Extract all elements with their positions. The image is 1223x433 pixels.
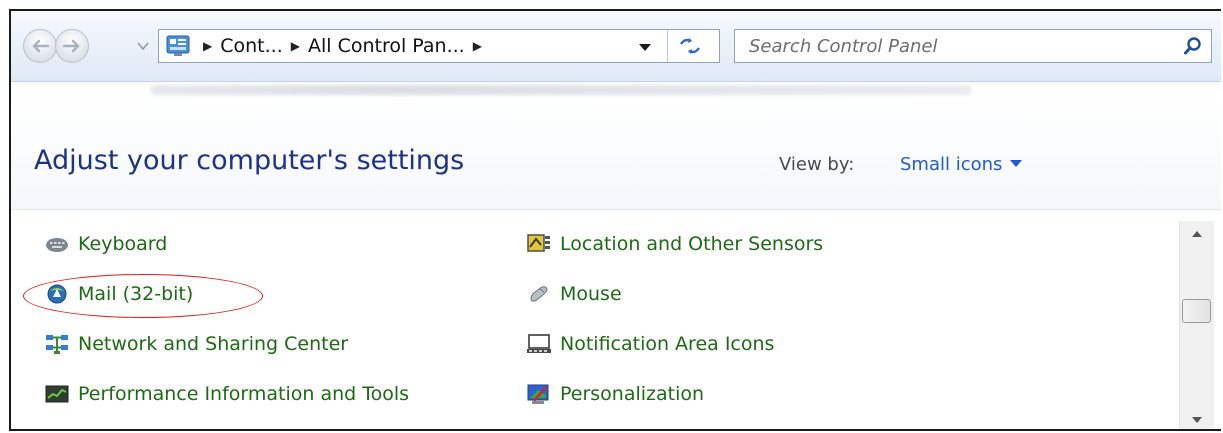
item-label-network: Network and Sharing Center: [78, 333, 349, 355]
back-button[interactable]: [23, 29, 57, 63]
item-label-keyboard: Keyboard: [78, 233, 168, 255]
view-by-label: View by:: [779, 154, 855, 175]
scroll-down-button[interactable]: [1180, 407, 1214, 429]
forward-arrow-icon: [62, 39, 80, 53]
arrow-up-icon: [1192, 231, 1202, 237]
refresh-icon[interactable]: [675, 35, 709, 57]
keyboard-icon: [46, 238, 68, 252]
item-mail[interactable]: Mail (32-bit): [44, 283, 193, 305]
breadcrumb-separator-icon[interactable]: ▶: [203, 39, 212, 53]
item-label-location: Location and Other Sensors: [560, 233, 824, 255]
view-by-value: Small icons: [900, 154, 1003, 175]
mouse-icon: [530, 286, 548, 302]
vertical-scrollbar[interactable]: [1179, 221, 1214, 429]
search-box[interactable]: [734, 29, 1212, 63]
scroll-thumb[interactable]: [1182, 299, 1211, 323]
view-by-dropdown[interactable]: Small icons: [900, 154, 1023, 175]
item-notification-area[interactable]: Notification Area Icons: [526, 333, 774, 355]
content-header: Adjust your computer's settings View by:…: [11, 97, 1221, 209]
control-panel-icon: [166, 35, 190, 56]
blurred-toolbar-strip: [151, 85, 971, 95]
address-dropdown-icon[interactable]: [639, 44, 651, 51]
performance-icon: [45, 385, 69, 403]
recent-pages-chevron-icon[interactable]: [136, 39, 150, 53]
address-separator: [667, 30, 668, 62]
item-keyboard[interactable]: Keyboard: [44, 233, 167, 255]
header-divider: [11, 209, 1221, 210]
item-mouse[interactable]: Mouse: [526, 283, 622, 305]
breadcrumb-item-control-panel[interactable]: Cont...: [220, 35, 283, 57]
location-sensors-icon: [527, 234, 550, 252]
mail-icon: [47, 284, 67, 304]
personalization-icon: [527, 384, 549, 404]
forward-button[interactable]: [55, 29, 89, 63]
arrow-down-icon: [1192, 417, 1202, 423]
search-input[interactable]: [735, 30, 1165, 62]
back-arrow-icon: [32, 39, 50, 53]
caret-down-icon: [1010, 159, 1023, 167]
notification-area-icon: [527, 334, 551, 353]
address-bar: ▶ Cont... ▶ All Control Pan... ▶: [11, 11, 1221, 82]
item-label-personalization: Personalization: [560, 383, 705, 405]
item-label-mail: Mail (32-bit): [78, 283, 194, 305]
scroll-up-button[interactable]: [1180, 221, 1214, 247]
page-title: Adjust your computer's settings: [34, 145, 465, 176]
search-icon[interactable]: [1183, 36, 1203, 56]
item-label-notification: Notification Area Icons: [560, 333, 775, 355]
breadcrumb-item-all-control-panel[interactable]: All Control Pan...: [308, 35, 465, 57]
partially-visible-row: [11, 429, 1221, 431]
item-label-performance: Performance Information and Tools: [78, 383, 410, 405]
item-location-sensors[interactable]: Location and Other Sensors: [526, 233, 823, 255]
item-label-mouse: Mouse: [560, 283, 622, 305]
control-panel-window: ▶ Cont... ▶ All Control Pan... ▶ Search …: [9, 9, 1221, 431]
breadcrumb: ▶ Cont... ▶ All Control Pan... ▶: [201, 35, 490, 57]
item-personalization[interactable]: Personalization: [526, 383, 704, 405]
item-network-sharing[interactable]: Network and Sharing Center: [44, 333, 348, 355]
address-box[interactable]: ▶ Cont... ▶ All Control Pan... ▶: [158, 29, 720, 63]
breadcrumb-separator-icon[interactable]: ▶: [291, 39, 300, 53]
item-performance[interactable]: Performance Information and Tools: [44, 383, 409, 405]
network-icon: [46, 335, 68, 354]
breadcrumb-separator-icon[interactable]: ▶: [473, 39, 482, 53]
